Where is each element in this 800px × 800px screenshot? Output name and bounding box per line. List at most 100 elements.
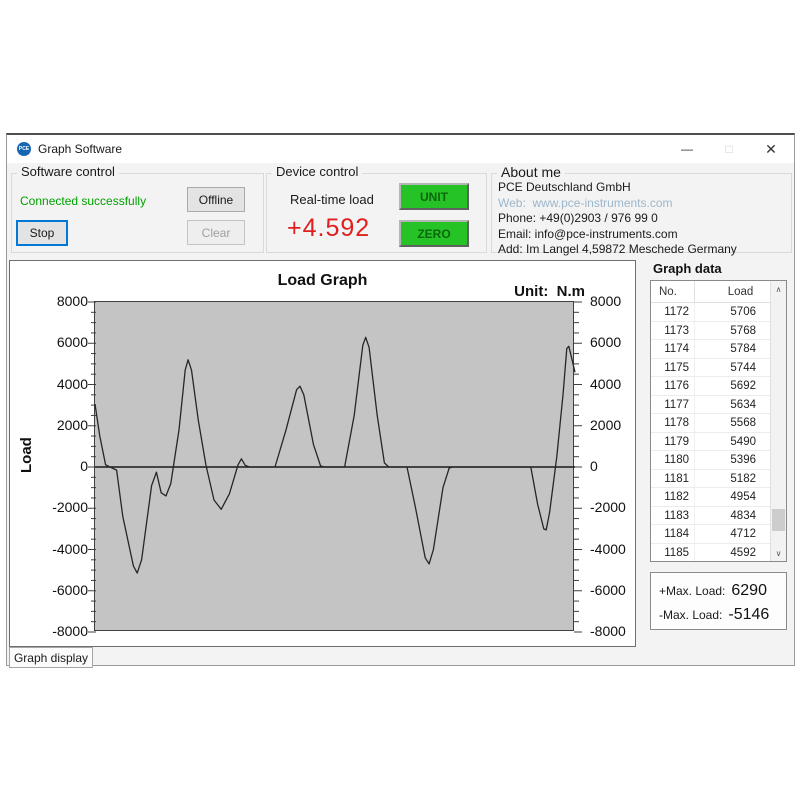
stop-button[interactable]: Stop <box>16 220 68 246</box>
table-row[interactable]: 11834834 <box>651 507 770 526</box>
y-axis-tick-label: -8000 <box>34 623 88 640</box>
table-row[interactable]: 11785568 <box>651 414 770 433</box>
column-header-no: No. <box>651 281 695 302</box>
table-row[interactable]: 11755744 <box>651 359 770 378</box>
cell-load: 5784 <box>695 340 770 358</box>
y-axis-left-labels: 80006000400020000-2000-4000-6000-8000 <box>34 301 88 631</box>
max-load-pos-label: +Max. Load: <box>659 584 725 598</box>
scroll-up-icon[interactable]: ∧ <box>771 281 786 297</box>
y-axis-tick-label: 2000 <box>34 417 88 434</box>
web-link[interactable]: Web: www.pce-instruments.com <box>498 196 673 210</box>
table-row[interactable]: 11815182 <box>651 470 770 489</box>
about-line-phone: Phone: +49(0)2903 / 976 99 0 <box>498 211 787 227</box>
minimize-button[interactable]: — <box>666 135 708 163</box>
scroll-down-icon[interactable]: ∨ <box>771 545 786 561</box>
y-axis-tick-label: 8000 <box>34 293 88 310</box>
y-axis-tick-label: 0 <box>590 458 598 475</box>
window-title: Graph Software <box>38 142 122 156</box>
y-axis-tick-label: 6000 <box>34 334 88 351</box>
cell-load: 5692 <box>695 377 770 395</box>
table-row[interactable]: 11844712 <box>651 525 770 544</box>
cell-no: 1178 <box>651 414 695 432</box>
y-axis-tick-label: -6000 <box>590 582 626 599</box>
cell-no: 1183 <box>651 507 695 525</box>
table-body: 1172570611735768117457841175574411765692… <box>651 303 770 561</box>
maximize-button: □ <box>708 135 750 163</box>
y-axis-right-labels: 80006000400020000-2000-4000-6000-8000 <box>582 301 634 631</box>
y-axis-tick-label: 2000 <box>590 417 621 434</box>
load-line-chart <box>85 302 585 632</box>
cell-load: 5568 <box>695 414 770 432</box>
realtime-load-value: +4.592 <box>287 214 370 243</box>
app-window: PCE Graph Software — □ ✕ Software contro… <box>6 133 795 666</box>
cell-no: 1184 <box>651 525 695 543</box>
graph-unit-label: Unit: N.m <box>514 283 585 300</box>
graph-panel: Load Graph Unit: N.m 80006000400020000-2… <box>9 260 636 647</box>
cell-no: 1185 <box>651 544 695 562</box>
device-control-group: Device control Real-time load +4.592 UNI… <box>266 173 487 253</box>
zero-button[interactable]: ZERO <box>399 220 469 247</box>
tab-graph-display[interactable]: Graph display <box>9 647 93 668</box>
cell-no: 1181 <box>651 470 695 488</box>
connection-status: Connected successfully <box>20 194 146 208</box>
cell-load: 5182 <box>695 470 770 488</box>
y-axis-title: Load <box>18 437 35 473</box>
y-axis-tick-label: -4000 <box>34 541 88 558</box>
cell-load: 4592 <box>695 544 770 562</box>
software-control-group: Software control Connected successfully … <box>11 173 264 253</box>
cell-no: 1175 <box>651 359 695 377</box>
cell-no: 1173 <box>651 322 695 340</box>
realtime-load-label: Real-time load <box>290 192 374 207</box>
max-load-neg-value: -5146 <box>728 606 769 624</box>
y-axis-tick-label: 4000 <box>34 376 88 393</box>
table-row[interactable]: 11854592 <box>651 544 770 562</box>
cell-load: 4954 <box>695 488 770 506</box>
y-axis-tick-label: -6000 <box>34 582 88 599</box>
cell-no: 1177 <box>651 396 695 414</box>
max-load-positive: +Max. Load: 6290 <box>659 582 782 600</box>
max-load-box: +Max. Load: 6290 -Max. Load: -5146 <box>650 572 787 630</box>
table-header: No. Load <box>651 281 786 303</box>
table-row[interactable]: 11795490 <box>651 433 770 452</box>
table-row[interactable]: 11725706 <box>651 303 770 322</box>
about-line-email: Email: info@pce-instruments.com <box>498 227 787 243</box>
cell-no: 1176 <box>651 377 695 395</box>
table-row[interactable]: 11805396 <box>651 451 770 470</box>
table-row[interactable]: 11824954 <box>651 488 770 507</box>
cell-load: 5634 <box>695 396 770 414</box>
y-axis-tick-label: -2000 <box>590 499 626 516</box>
cell-load: 5744 <box>695 359 770 377</box>
company-name: PCE Deutschland GmbH <box>498 180 631 194</box>
y-axis-tick-label: -2000 <box>34 499 88 516</box>
unit-button[interactable]: UNIT <box>399 183 469 210</box>
table-row[interactable]: 11745784 <box>651 340 770 359</box>
scrollbar-thumb[interactable] <box>772 509 785 531</box>
window-controls: — □ ✕ <box>666 135 792 163</box>
table-scrollbar[interactable]: ∧ ∨ <box>770 281 786 561</box>
table-row[interactable]: 11765692 <box>651 377 770 396</box>
cell-no: 1182 <box>651 488 695 506</box>
clear-button: Clear <box>187 220 245 245</box>
max-load-pos-value: 6290 <box>731 582 767 600</box>
about-line-company: PCE Deutschland GmbH Web: www.pce-instru… <box>498 180 787 211</box>
cell-load: 4712 <box>695 525 770 543</box>
title-bar[interactable]: PCE Graph Software — □ ✕ <box>7 135 794 163</box>
device-control-title: Device control <box>272 164 362 179</box>
close-button[interactable]: ✕ <box>750 135 792 163</box>
y-axis-tick-label: 0 <box>34 458 88 475</box>
cell-no: 1180 <box>651 451 695 469</box>
cell-load: 5396 <box>695 451 770 469</box>
table-row[interactable]: 11775634 <box>651 396 770 415</box>
table-row[interactable]: 11735768 <box>651 322 770 341</box>
max-load-negative: -Max. Load: -5146 <box>659 606 782 624</box>
cell-load: 5490 <box>695 433 770 451</box>
offline-button[interactable]: Offline <box>187 187 245 212</box>
cell-load: 4834 <box>695 507 770 525</box>
graph-data-title: Graph data <box>653 261 722 276</box>
cell-no: 1179 <box>651 433 695 451</box>
cell-no: 1172 <box>651 303 695 321</box>
y-axis-tick-label: -8000 <box>590 623 626 640</box>
about-me-group: About me PCE Deutschland GmbH Web: www.p… <box>491 173 792 253</box>
about-me-text: PCE Deutschland GmbH Web: www.pce-instru… <box>498 180 787 258</box>
max-load-neg-label: -Max. Load: <box>659 608 722 622</box>
